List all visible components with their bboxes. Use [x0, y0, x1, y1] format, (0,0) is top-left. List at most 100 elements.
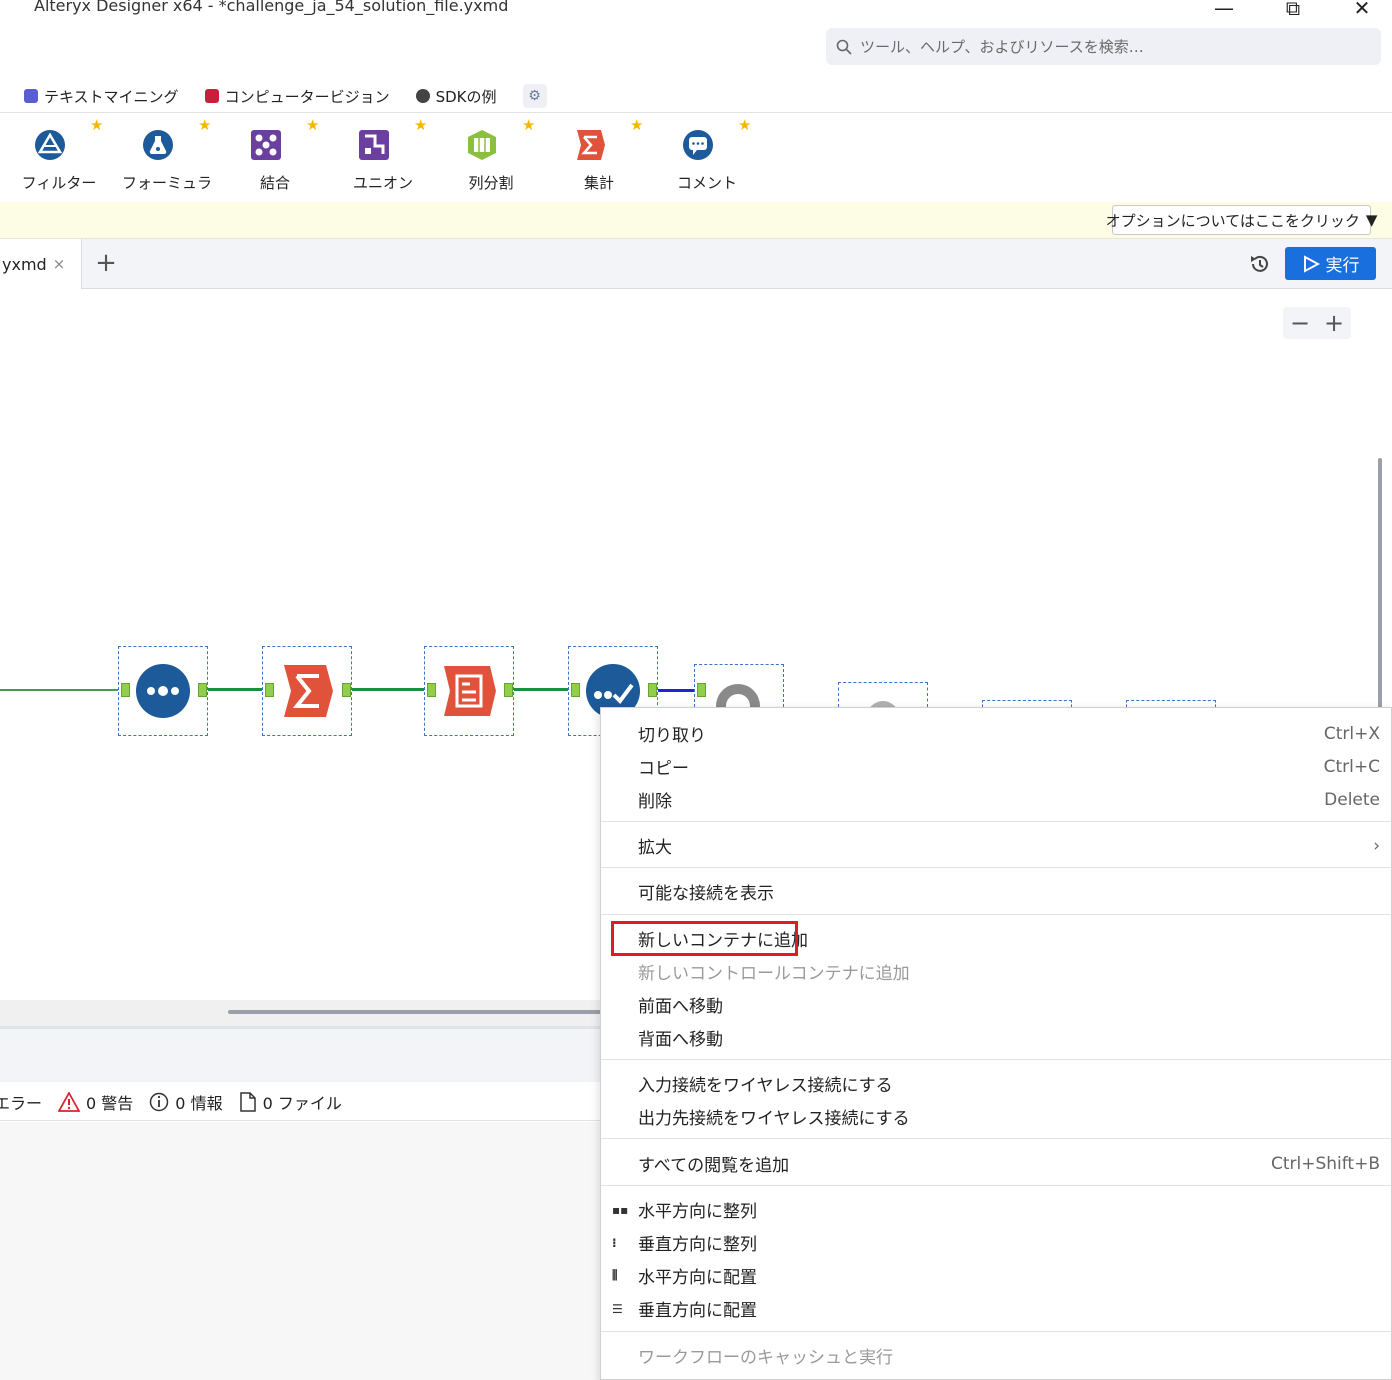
summarize-icon: [284, 665, 333, 717]
menu-item-add-all-browse[interactable]: すべての閲覧を追加 Ctrl+Shift+B: [601, 1147, 1391, 1180]
tool-label: 結合: [259, 174, 290, 192]
tool-label: フィルター: [21, 174, 97, 192]
category-label: コンピュータービジョン: [224, 87, 390, 106]
close-window-button[interactable]: ✕: [1342, 0, 1382, 20]
input-anchor[interactable]: [265, 683, 274, 697]
restore-button[interactable]: ⧉: [1273, 0, 1313, 20]
menu-item-label: コピー: [638, 759, 689, 779]
favorite-star-icon: ★: [630, 116, 644, 134]
menu-item-zoom[interactable]: 拡大 ›: [601, 829, 1391, 862]
menu-item-distribute-vertical[interactable]: ☰ 垂直方向に配置: [601, 1292, 1391, 1325]
tool-formula[interactable]: ★ フォーミュラ: [108, 114, 212, 200]
menu-item-label: 新しいコントロールコンテナに追加: [638, 964, 910, 984]
menu-item-wireless-input[interactable]: 入力接続をワイヤレス接続にする: [601, 1067, 1391, 1100]
warnings-filter[interactable]: 0 警告: [58, 1090, 133, 1114]
history-icon[interactable]: [1245, 251, 1273, 277]
join-icon: [251, 130, 281, 160]
menu-item-label: 水平方向に整列: [638, 1202, 757, 1222]
tab-workflow[interactable]: yxmd ×: [0, 239, 82, 289]
tool-palette: ★ フィルター ★ フォーミュラ ★ 結合 ★ ユニオン ★ 列分割 ★ 集計 …: [0, 114, 1392, 202]
dropdown-arrow-icon: ▼: [1365, 211, 1378, 229]
zoom-controls: − +: [1283, 307, 1351, 339]
input-anchor[interactable]: [571, 683, 580, 697]
menu-item-label: 拡大: [638, 838, 672, 858]
menu-item-label: 出力先接続をワイヤレス接続にする: [638, 1109, 910, 1129]
menu-item-label: 可能な接続を表示: [638, 884, 774, 904]
run-button[interactable]: 実行: [1285, 247, 1376, 280]
distribute-horizontal-icon: ⫼: [612, 1268, 618, 1282]
menu-separator: [601, 1331, 1391, 1332]
tool-union[interactable]: ★ ユニオン: [324, 114, 427, 200]
workflow-node-macro[interactable]: [694, 664, 784, 707]
gear-icon[interactable]: ⚙: [522, 84, 547, 108]
output-anchor[interactable]: [504, 683, 513, 697]
minimize-button[interactable]: —: [1204, 0, 1244, 20]
tool-comment[interactable]: ★ コメント: [648, 114, 751, 200]
errors-filter[interactable]: エラー: [0, 1090, 42, 1114]
menu-item-bring-to-front[interactable]: 前面へ移動: [601, 988, 1391, 1021]
tool-filter[interactable]: ★ フィルター: [0, 114, 104, 200]
zoom-out-button[interactable]: −: [1290, 309, 1310, 337]
distribute-vertical-icon: ☰: [612, 1301, 623, 1316]
menu-separator: [601, 914, 1391, 915]
computer-vision-icon: [204, 89, 219, 103]
workflow-node-select-records[interactable]: [118, 646, 208, 736]
info-filter[interactable]: 0 情報: [149, 1090, 223, 1114]
input-anchor[interactable]: [697, 683, 706, 697]
menu-item-delete[interactable]: 削除 Delete: [601, 783, 1391, 816]
output-anchor[interactable]: [198, 683, 207, 697]
play-icon: [1303, 254, 1320, 273]
workflow-node-report[interactable]: [424, 646, 514, 736]
output-anchor[interactable]: [648, 683, 657, 697]
category-sdk-examples[interactable]: SDKの例: [415, 86, 497, 107]
workflow-node[interactable]: [1126, 700, 1216, 707]
input-anchor[interactable]: [121, 683, 130, 697]
output-anchor[interactable]: [342, 683, 351, 697]
menu-separator: [601, 867, 1391, 868]
select-records-icon: [136, 664, 190, 718]
menu-item-label: すべての閲覧を追加: [638, 1156, 790, 1176]
workflow-node[interactable]: [982, 700, 1072, 707]
menu-item-align-vertical[interactable]: ⁝ 垂直方向に整列: [601, 1226, 1391, 1259]
info-icon: [150, 1092, 169, 1111]
menu-item-wireless-output[interactable]: 出力先接続をワイヤレス接続にする: [601, 1100, 1391, 1133]
connection-line: [206, 688, 266, 691]
zoom-in-button[interactable]: +: [1324, 309, 1344, 337]
menu-item-label: 垂直方向に整列: [638, 1235, 757, 1255]
menu-item-cut[interactable]: 切り取り Ctrl+X: [601, 717, 1391, 750]
category-text-mining[interactable]: テキストマイニング: [24, 86, 179, 107]
input-anchor[interactable]: [427, 683, 436, 697]
comment-icon: [683, 130, 713, 160]
options-button[interactable]: オプションについてはここをクリック ▼: [1106, 205, 1377, 235]
menu-item-label: 入力接続をワイヤレス接続にする: [638, 1076, 893, 1096]
search-icon: [836, 39, 852, 55]
tool-join[interactable]: ★ 結合: [216, 114, 319, 200]
summarize-icon: [577, 130, 605, 160]
workflow-node[interactable]: [838, 682, 928, 707]
search-box[interactable]: [826, 28, 1381, 65]
options-label: オプションについてはここをクリック: [1105, 211, 1360, 230]
menu-item-add-to-control-container: 新しいコントロールコンテナに追加: [601, 955, 1391, 988]
horizontal-scrollbar[interactable]: [228, 1010, 608, 1014]
tab-label: yxmd: [2, 254, 47, 274]
connection-line: [512, 688, 572, 691]
files-filter[interactable]: 0 ファイル: [239, 1090, 342, 1114]
menu-item-send-to-back[interactable]: 背面へ移動: [601, 1021, 1391, 1054]
new-tab-button[interactable]: +: [92, 248, 120, 278]
search-input[interactable]: [860, 37, 1360, 56]
menu-item-distribute-horizontal[interactable]: ⫼ 水平方向に配置: [601, 1259, 1391, 1292]
tool-text-to-columns[interactable]: ★ 列分割: [432, 114, 535, 200]
menu-item-align-horizontal[interactable]: ▪▪ 水平方向に整列: [601, 1193, 1391, 1226]
category-computer-vision[interactable]: コンピュータービジョン: [204, 86, 390, 107]
menu-item-copy[interactable]: コピー Ctrl+C: [601, 750, 1391, 783]
vertical-scrollbar[interactable]: [1378, 458, 1382, 708]
menu-item-show-connections[interactable]: 可能な接続を表示: [601, 875, 1391, 908]
workflow-node-summarize[interactable]: [262, 646, 352, 736]
file-icon: [239, 1091, 256, 1112]
close-tab-icon[interactable]: ×: [53, 255, 66, 273]
tool-label: 集計: [583, 174, 614, 192]
category-label: テキストマイニング: [44, 87, 179, 106]
filter-icon: [35, 130, 65, 160]
menu-separator: [601, 1059, 1391, 1060]
tool-summarize[interactable]: ★ 集計: [540, 114, 644, 200]
